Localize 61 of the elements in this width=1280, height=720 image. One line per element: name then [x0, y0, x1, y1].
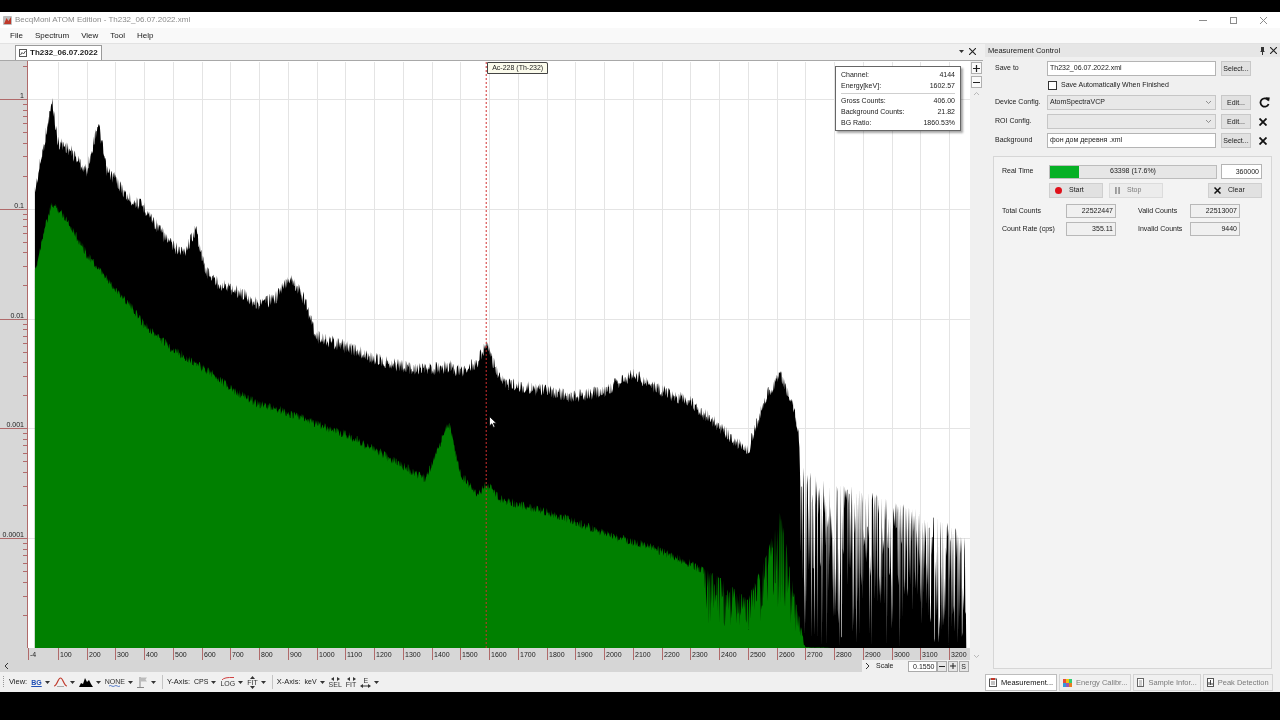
maximize-icon — [1229, 16, 1237, 24]
menu-item[interactable]: Spectrum — [28, 31, 76, 40]
window-title: BecqMoni ATOM Edition - Th232_06.07.2022.xml — [15, 14, 191, 26]
scale-up-button[interactable] — [947, 660, 958, 672]
chart-icon — [19, 49, 27, 57]
chevron-right-icon[interactable] — [866, 663, 870, 669]
plus-icon — [973, 64, 980, 72]
minimize-icon — [1199, 19, 1207, 21]
close-icon[interactable] — [1259, 117, 1267, 126]
down-arrow-icon — [250, 685, 255, 689]
caret-icon — [260, 680, 266, 684]
caret-icon — [319, 680, 325, 684]
document-tab[interactable]: Th232_06.07.2022 — [15, 45, 102, 60]
close-icon — [1259, 16, 1267, 24]
left-right-arrows-icon — [330, 676, 340, 681]
checkbox[interactable] — [1048, 80, 1057, 90]
caret-icon — [150, 680, 156, 684]
menu-item[interactable]: Tool — [104, 31, 131, 40]
minus-icon — [938, 665, 945, 667]
caret-icon — [69, 680, 75, 684]
bell-curve-icon — [53, 677, 67, 687]
caret-icon — [95, 680, 101, 684]
chevron-down-icon — [1206, 101, 1211, 104]
zoom-out-button[interactable] — [971, 76, 982, 88]
horizontal-scrollbar[interactable] — [0, 660, 862, 672]
caret-icon — [44, 680, 50, 684]
mouse-pointer-icon — [489, 416, 497, 428]
menu-item[interactable]: Help — [131, 31, 160, 40]
menu-item[interactable]: File — [4, 31, 29, 40]
document-icon — [1206, 678, 1214, 687]
caret-icon — [211, 680, 217, 684]
menu-item[interactable]: View — [75, 31, 105, 40]
close-icon[interactable] — [969, 48, 976, 55]
up-arrow-icon — [250, 675, 255, 679]
color-bars-icon — [1063, 678, 1073, 687]
caret-icon — [238, 680, 244, 684]
record-icon — [1055, 187, 1062, 194]
peaks-icon — [78, 677, 93, 687]
refresh-icon[interactable] — [1259, 97, 1270, 108]
minus-icon — [973, 81, 980, 83]
cross-icon — [1214, 187, 1221, 194]
double-arrow-icon — [360, 683, 372, 688]
wave-icon — [109, 684, 121, 687]
pin-icon[interactable] — [1260, 46, 1265, 55]
scale-down-button[interactable] — [936, 660, 947, 672]
curve-icon — [221, 677, 234, 680]
flag-icon — [136, 676, 148, 688]
left-right-arrows-icon — [346, 676, 356, 681]
caret-icon — [374, 680, 380, 684]
clipboard-icon — [989, 678, 997, 687]
caret-icon — [127, 680, 133, 684]
document-icon — [1137, 678, 1145, 687]
app-icon — [3, 15, 12, 25]
plus-icon — [949, 663, 956, 669]
close-icon[interactable] — [1259, 136, 1267, 145]
chevron-down-icon — [1206, 120, 1211, 123]
zoom-in-button[interactable] — [971, 62, 982, 74]
chevron-left-icon[interactable] — [4, 663, 8, 669]
pause-icon — [1115, 187, 1120, 194]
close-icon[interactable] — [1270, 47, 1277, 54]
caret-icon[interactable] — [959, 50, 964, 53]
